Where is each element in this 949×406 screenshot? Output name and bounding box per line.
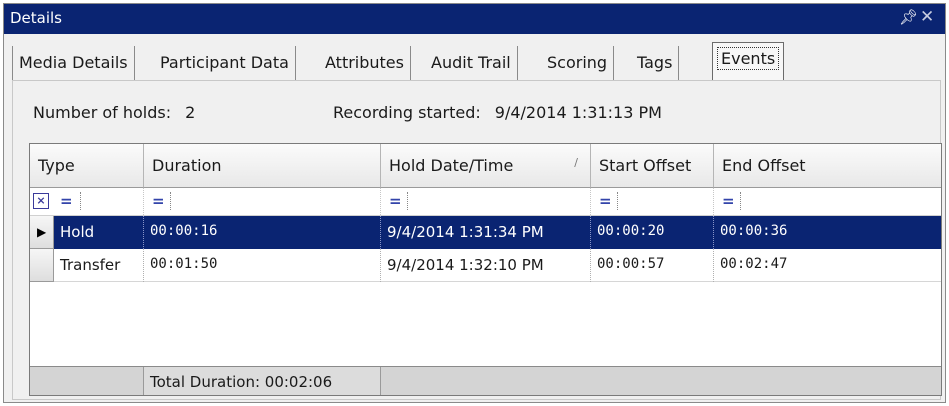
current-row-icon: ▶ [37,225,47,239]
column-header-label: Hold Date/Time [389,156,514,175]
cell-hold-datetime[interactable]: 9/4/2014 1:31:34 PM [381,216,591,249]
column-header-label: End Offset [722,156,806,175]
close-icon[interactable]: ✕ [920,7,934,27]
filter-cell-duration[interactable]: = [144,188,381,215]
column-header-duration[interactable]: Duration [144,144,381,188]
table-row[interactable]: Transfer 00:01:50 9/4/2014 1:32:10 PM 00… [30,249,941,282]
cell-start-offset[interactable]: 00:00:20 [591,216,714,249]
filter-operator[interactable]: = [599,192,612,210]
events-grid: Type Duration Hold Date/Time ∕ Start Off… [29,143,942,396]
title-bar: Details 📌︎ ✕ [4,4,945,34]
filter-input-divider [740,192,741,210]
filter-input-divider [170,192,171,210]
holds-count: Number of holds: 2 [33,103,195,122]
column-header-type[interactable]: Type [30,144,144,188]
tab-tags[interactable]: Tags [631,46,680,80]
table-row[interactable]: ▶ Hold 00:00:16 9/4/2014 1:31:34 PM 00:0… [30,216,941,249]
filter-row: ⨯ = = = = = [30,188,941,216]
cell-hold-datetime[interactable]: 9/4/2014 1:32:10 PM [381,249,591,282]
filter-operator[interactable]: = [389,192,402,210]
window-title: Details [10,9,63,27]
filter-input-divider [407,192,408,210]
tab-label: Media Details [19,53,128,72]
tab-label: Tags [637,53,673,72]
summary-cell-empty [381,367,941,395]
events-panel: Number of holds: 2 Recording started: 9/4/… [12,80,942,400]
tab-label: Scoring [547,53,608,72]
recording-started: Recording started: 9/4/2014 1:31:13 PM [333,103,662,122]
holds-value: 2 [185,103,196,122]
filter-input-divider [80,192,81,210]
column-header-hold-datetime[interactable]: Hold Date/Time ∕ [381,144,591,188]
tab-strip: Media Details Participant Data Attribute… [4,40,945,80]
details-window: Details 📌︎ ✕ Media Details Participant D… [3,3,946,403]
cell-type[interactable]: Transfer [54,249,144,282]
row-selector[interactable]: ▶ [30,216,54,249]
cell-duration[interactable]: 00:01:50 [144,249,381,282]
holds-label: Number of holds: [33,103,172,122]
tab-audit-trail[interactable]: Audit Trail [425,46,518,80]
sort-ascending-icon: ∕ [574,156,578,169]
pin-icon[interactable]: 📌︎ [899,8,918,26]
filter-cell-end-offset[interactable]: = [714,188,941,215]
column-header-label: Type [38,156,75,175]
filter-cell-type[interactable]: ⨯ = [30,188,144,215]
total-duration: Total Duration: 00:02:06 [144,367,381,395]
tab-scoring[interactable]: Scoring [541,46,615,80]
recording-value: 9/4/2014 1:31:13 PM [494,103,662,122]
recording-label: Recording started: [333,103,481,122]
cell-end-offset[interactable]: 00:02:47 [714,249,941,282]
cell-end-offset[interactable]: 00:00:36 [714,216,941,249]
filter-cell-hold-datetime[interactable]: = [381,188,591,215]
column-header-label: Start Offset [599,156,692,175]
column-header-start-offset[interactable]: Start Offset [591,144,714,188]
filter-cell-start-offset[interactable]: = [591,188,714,215]
cell-start-offset[interactable]: 00:00:57 [591,249,714,282]
cell-duration[interactable]: 00:00:16 [144,216,381,249]
tab-events[interactable]: Events [712,42,785,80]
tab-label: Audit Trail [431,53,511,72]
filter-operator[interactable]: = [60,192,73,210]
filter-operator[interactable]: = [152,192,165,210]
row-selector[interactable] [30,249,54,282]
tab-attributes[interactable]: Attributes [319,46,411,80]
tab-label: Attributes [325,53,404,72]
column-header-label: Duration [152,156,222,175]
column-header-end-offset[interactable]: End Offset [714,144,941,188]
filter-input-divider [617,192,618,210]
tab-label: Events [716,47,780,70]
filter-operator[interactable]: = [722,192,735,210]
summary-cell-empty [30,367,144,395]
filter-icon[interactable]: ⨯ [33,193,49,209]
cell-type[interactable]: Hold [54,216,144,249]
tab-participant-data[interactable]: Participant Data [154,46,296,80]
tab-label: Participant Data [160,53,289,72]
summary-row: Total Duration: 00:02:06 [30,366,941,395]
tab-media-details[interactable]: Media Details [12,46,135,80]
